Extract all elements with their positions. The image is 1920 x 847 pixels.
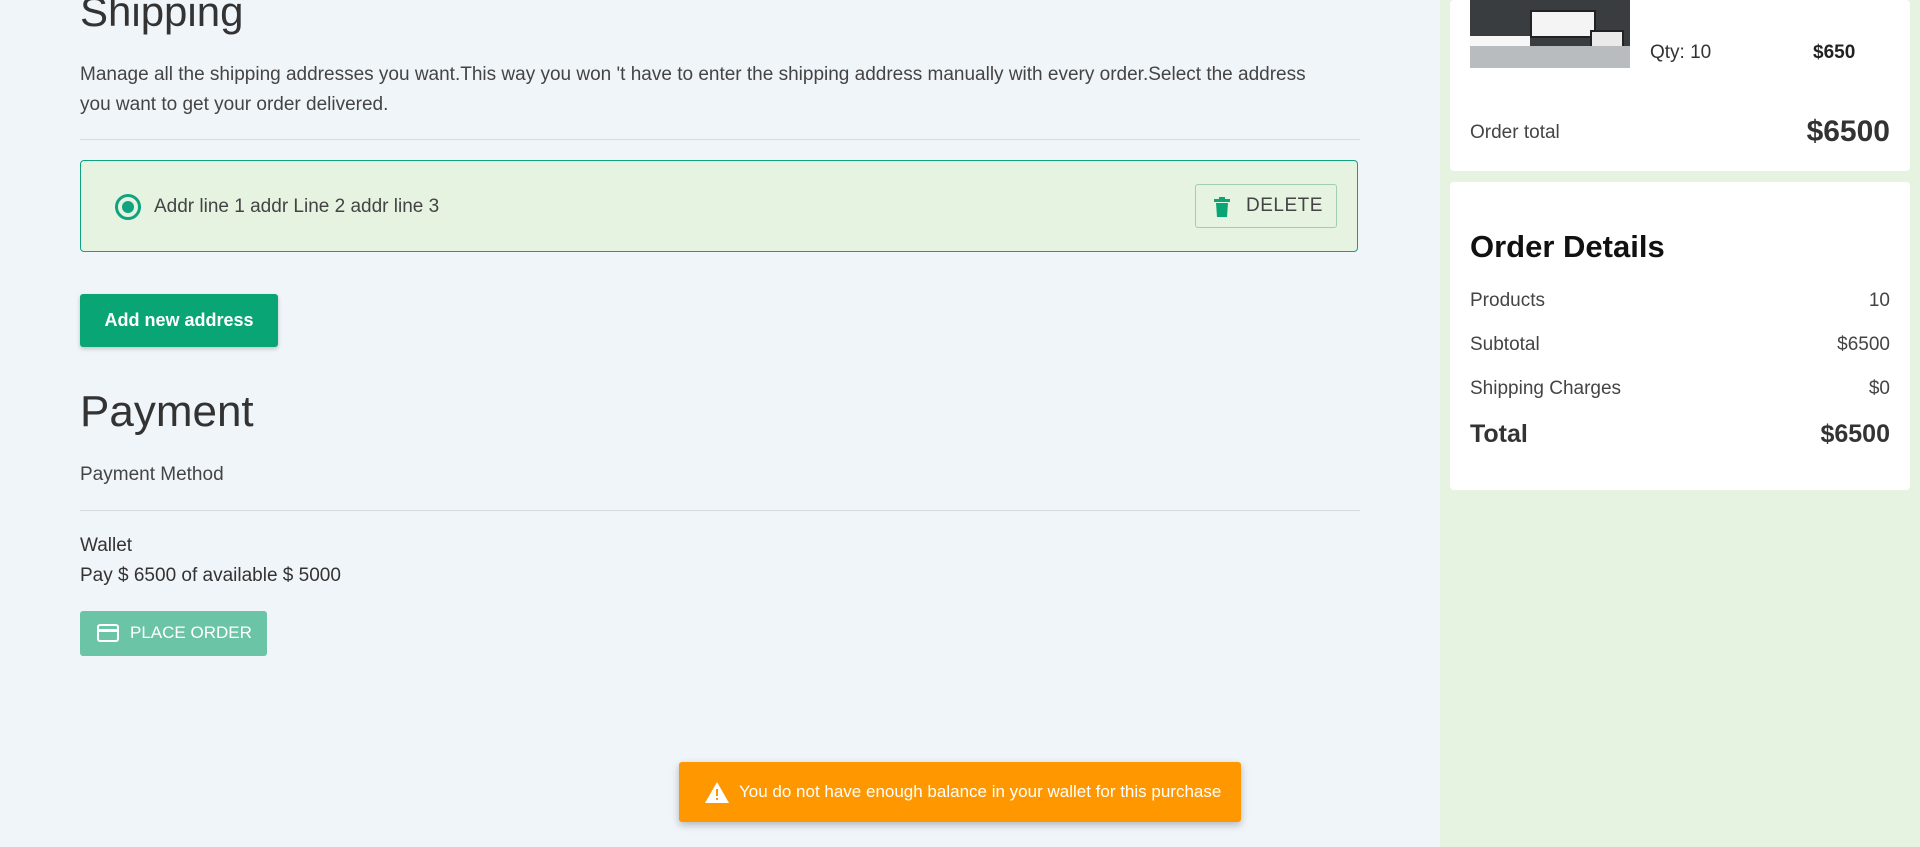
divider xyxy=(80,139,1360,140)
wallet-pay-text: Pay $ 6500 of available $ 5000 xyxy=(80,565,341,586)
checkout-main: Shipping Manage all the shipping address… xyxy=(0,0,1440,847)
delete-address-button[interactable]: DELETE xyxy=(1195,184,1337,228)
order-total-label: Order total xyxy=(1470,122,1560,143)
place-order-button[interactable]: PLACE ORDER xyxy=(80,611,267,656)
item-quantity: Qty: 10 xyxy=(1650,42,1712,63)
toast-message: You do not have enough balance in your w… xyxy=(739,782,1222,801)
insufficient-balance-toast: You do not have enough balance in your w… xyxy=(679,762,1241,822)
order-details-heading: Order Details xyxy=(1470,229,1665,264)
product-thumbnail xyxy=(1470,0,1630,68)
detail-label: Shipping Charges xyxy=(1470,378,1622,399)
address-radio[interactable] xyxy=(115,194,141,220)
add-new-address-button[interactable]: Add new address xyxy=(80,294,278,347)
divider xyxy=(80,510,1360,511)
payment-heading: Payment xyxy=(80,387,254,436)
address-card[interactable]: Addr line 1 addr Line 2 addr line 3 DELE… xyxy=(80,160,1358,252)
payment-method-label: Payment Method xyxy=(80,464,224,485)
cart-summary-card: Qty: 10 $650 Order total $6500 xyxy=(1450,0,1910,171)
detail-label: Products xyxy=(1470,290,1545,311)
detail-value: $6500 xyxy=(1837,334,1890,355)
order-total-value: $6500 xyxy=(1806,115,1890,148)
detail-label: Subtotal xyxy=(1470,334,1540,355)
order-details-card: Order Details Products 10 Subtotal $6500… xyxy=(1450,182,1910,490)
total-label: Total xyxy=(1470,420,1528,448)
address-text: Addr line 1 addr Line 2 addr line 3 xyxy=(154,196,440,217)
shipping-heading: Shipping xyxy=(80,0,244,35)
wallet-label: Wallet xyxy=(80,535,133,556)
shipping-description: Manage all the shipping addresses you wa… xyxy=(80,64,1306,115)
detail-value: $0 xyxy=(1868,378,1890,399)
detail-value: 10 xyxy=(1868,290,1890,311)
total-value: $6500 xyxy=(1820,420,1890,448)
item-price: $650 xyxy=(1813,42,1856,63)
credit-card-icon xyxy=(97,624,119,642)
warning-icon xyxy=(705,782,729,803)
trash-icon xyxy=(1214,197,1230,217)
delete-label: DELETE xyxy=(1246,195,1323,216)
place-order-label: PLACE ORDER xyxy=(130,623,252,642)
